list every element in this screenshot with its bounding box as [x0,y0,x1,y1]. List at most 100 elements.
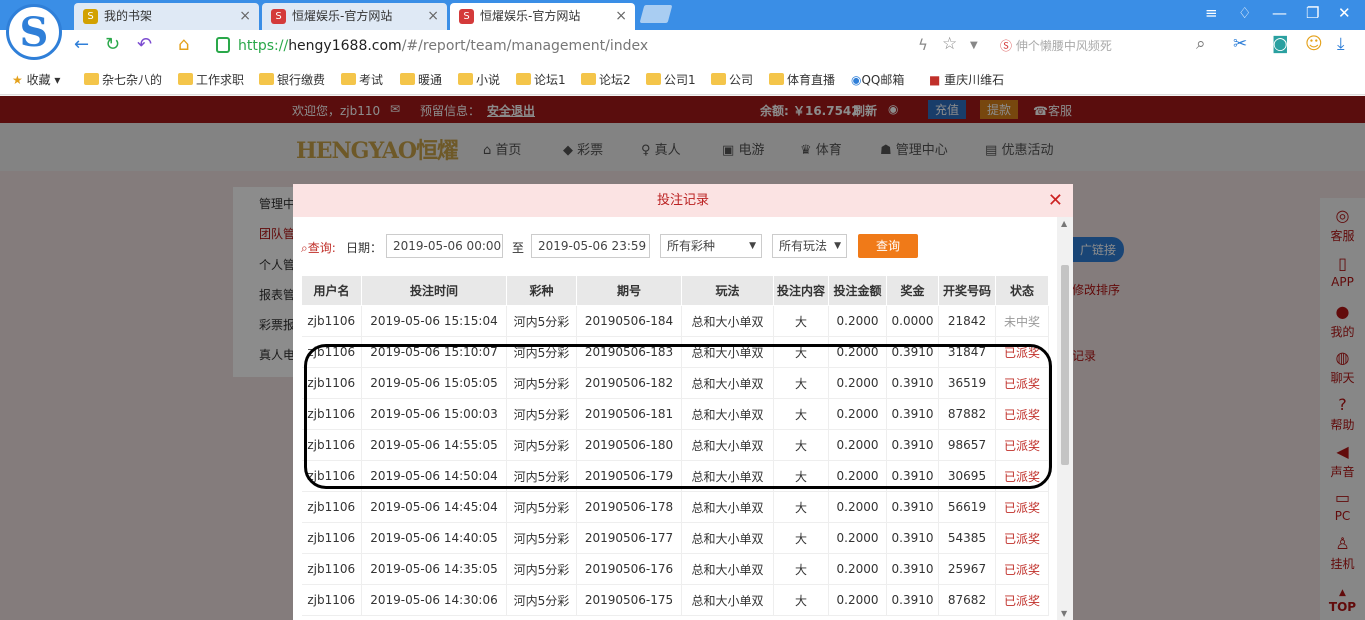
date-label: 日期： [346,241,383,255]
table-cell: 30695 [938,460,996,492]
date-from-input[interactable]: 2019-05-06 00:00 [386,234,503,258]
tab-bookshelf[interactable]: S 我的书架 × [74,3,259,30]
table-cell: 20190506-182 [576,367,682,399]
bookmark-folder[interactable]: 公司 [711,71,753,88]
table-cell: 87882 [938,398,996,430]
table-cell: 总和大小单双 [681,460,774,492]
search-icon[interactable]: ⌕ [1196,34,1206,54]
folder-icon [400,73,415,85]
bookmark-folder[interactable]: 论坛2 [581,71,631,88]
folder-icon [711,73,726,85]
skin-icon[interactable]: ♢ [1238,4,1251,22]
url-host: hengy1688.com [288,38,402,54]
close-icon[interactable]: ✕ [1048,184,1063,217]
tab-site-2-active[interactable]: S 恒燿娱乐-官方网站 × [450,3,635,30]
table-cell: 0.2000 [828,460,887,492]
table-cell: 大 [773,336,829,368]
url-field[interactable]: https://hengy1688.com/#/report/team/mana… [216,35,996,57]
table-cell: 河内5分彩 [506,367,577,399]
bookmark-folder[interactable]: 论坛1 [516,71,566,88]
bookmark-folder[interactable]: 小说 [458,71,500,88]
table-cell: 河内5分彩 [506,522,577,554]
undo-icon[interactable]: ↶ [137,34,152,55]
new-tab-button[interactable] [639,5,673,23]
close-window-icon[interactable]: ✕ [1338,4,1351,22]
folder-icon [259,73,274,85]
url-path: /#/report/team/management/index [401,38,649,54]
lottery-select[interactable]: 所有彩种 ▼ [660,234,762,258]
url-scheme: https:// [238,38,289,54]
bet-record-table: 用户名 投注时间 彩种 期号 玩法 投注内容 投注金额 奖金 开奖号码 状态 z… [301,275,1049,616]
tab-close-icon[interactable]: × [427,3,439,30]
menu-icon[interactable]: ≡ [1205,4,1218,22]
bookmark-folder[interactable]: 暖通 [400,71,442,88]
query-button[interactable]: 查询 [858,234,918,258]
modal-scrollbar[interactable]: ▲ ▼ [1057,217,1073,620]
table-row: zjb1106 2019-05-06 14:40:05 河内5分彩 20190506-… [301,522,1049,554]
date-from-value: 2019-05-06 00:00 [393,239,502,253]
bookmark-folder[interactable]: 体育直播 [769,71,835,88]
table-cell: 25967 [938,553,996,585]
bookmark-folder[interactable]: 公司1 [646,71,696,88]
scroll-down-icon[interactable]: ▼ [1061,609,1067,618]
table-cell: 已派奖 [995,522,1049,554]
table-cell: 87682 [938,584,996,616]
bookmark-label: 考试 [359,73,384,87]
table-cell: 36519 [938,367,996,399]
download-icon[interactable]: ⤓ [1337,34,1345,54]
tab-favicon-icon: S [83,9,98,24]
bookmark-site[interactable]: ■ 重庆川维石 [929,71,1004,88]
column-header: 期号 [576,275,682,306]
table-cell: 总和大小单双 [681,584,774,616]
bookmark-favorites[interactable]: ★ 收藏 ▾ [12,71,60,88]
search-input[interactable]: Ⓢ 伸个懒腰中风频死 [1000,37,1215,55]
table-cell: 0.3910 [886,336,939,368]
table-cell: 20190506-183 [576,336,682,368]
bookmark-label: 小说 [476,73,501,87]
lightning-icon[interactable]: ϟ [918,36,928,54]
star-icon[interactable]: ☆ [942,34,957,54]
bookmark-folder[interactable]: 工作求职 [178,71,244,88]
scroll-thumb[interactable] [1061,265,1069,465]
table-cell: 已派奖 [995,553,1049,585]
table-cell: zjb1106 [301,336,362,368]
tab-close-icon[interactable]: × [239,3,251,30]
folder-icon [769,73,784,85]
maximize-icon[interactable]: ❐ [1306,4,1319,22]
back-icon[interactable]: ← [74,34,89,55]
tab-close-icon[interactable]: × [615,3,627,30]
lottery-select-value: 所有彩种 [667,239,716,253]
scroll-up-icon[interactable]: ▲ [1061,219,1067,228]
table-cell: 总和大小单双 [681,305,774,337]
table-cell: 0.3910 [886,522,939,554]
bookmark-folder[interactable]: 银行缴费 [259,71,325,88]
translate-icon[interactable]: ◙ [1272,34,1289,54]
bookmark-folder[interactable]: 杂七杂八的 [84,71,162,88]
column-header: 奖金 [886,275,939,306]
scissors-icon[interactable]: ✂ [1233,34,1247,54]
table-cell: 0.2000 [828,398,887,430]
table-cell: 已派奖 [995,429,1049,461]
table-cell: 2019-05-06 14:55:05 [361,429,507,461]
bookmark-folder[interactable]: 考试 [341,71,383,88]
query-text: 查询: [307,241,336,255]
play-select[interactable]: 所有玩法 ▼ [772,234,847,258]
date-to-input[interactable]: 2019-05-06 23:59 [531,234,650,258]
chevron-down-icon[interactable]: ▼ [970,40,978,51]
home-icon[interactable]: ⌂ [178,34,189,55]
bookmark-qqmail[interactable]: ◉QQ邮箱 [851,71,904,88]
table-cell: 0.2000 [828,553,887,585]
column-header: 投注金额 [828,275,887,306]
modal-header: 投注记录 ✕ [293,184,1073,217]
table-cell: 2019-05-06 14:40:05 [361,522,507,554]
more-icon[interactable]: ☺ [1305,34,1323,54]
date-to-value: 2019-05-06 23:59 [538,239,647,253]
table-cell: 0.2000 [828,491,887,523]
table-cell: 大 [773,522,829,554]
table-cell: 56619 [938,491,996,523]
tab-site-1[interactable]: S 恒燿娱乐-官方网站 × [262,3,447,30]
minimize-icon[interactable]: — [1272,4,1287,22]
chevron-down-icon: ▼ [834,241,841,251]
reload-icon[interactable]: ↻ [105,34,120,55]
table-cell: 大 [773,553,829,585]
